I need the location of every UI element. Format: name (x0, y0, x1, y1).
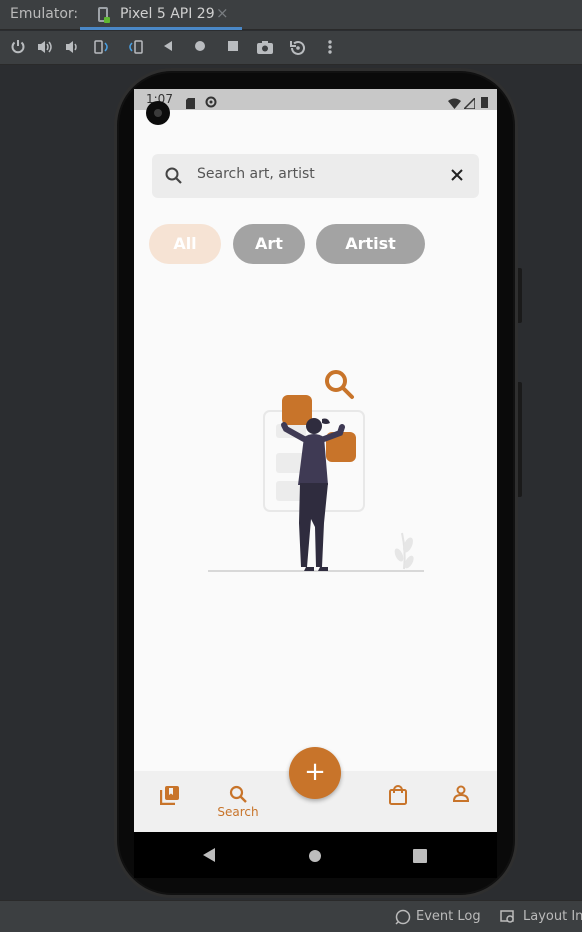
emulator-toolbar (0, 31, 582, 65)
camera-screenshot-icon[interactable] (256, 39, 274, 57)
shopping-bag-icon (389, 785, 407, 809)
power-icon[interactable] (9, 39, 27, 57)
clear-search-icon[interactable] (449, 167, 465, 187)
device-icon (98, 7, 110, 23)
back-icon[interactable] (159, 39, 177, 57)
nav-back-icon[interactable] (202, 847, 216, 867)
device-tab[interactable]: Pixel 5 API 29 × (80, 0, 242, 30)
nav-shop[interactable] (368, 771, 428, 832)
battery-icon (481, 93, 488, 112)
nav-library[interactable] (139, 771, 199, 832)
app-screen: 1:07 Search art, artist All Art Artist S… (134, 89, 497, 832)
volume-up-icon[interactable] (36, 39, 54, 57)
ide-tab-bar: Emulator: Pixel 5 API 29 × (0, 0, 582, 30)
library-icon (159, 785, 180, 809)
event-log-icon (395, 909, 411, 929)
front-camera (146, 101, 170, 125)
layout-inspector-button[interactable]: Layout Ins (523, 909, 582, 924)
volume-down-icon[interactable] (64, 39, 82, 57)
overview-icon[interactable] (224, 39, 242, 57)
rotate-right-icon[interactable] (126, 39, 144, 57)
more-icon[interactable] (321, 39, 339, 57)
chip-art[interactable]: Art (233, 224, 305, 264)
power-button[interactable] (518, 382, 522, 497)
signal-icon (462, 94, 476, 113)
wifi-icon (448, 94, 461, 113)
nav-search[interactable]: Search (208, 771, 268, 832)
search-illustration (194, 359, 434, 583)
rotate-left-icon[interactable] (93, 39, 111, 57)
magnifier-icon (325, 370, 354, 399)
search-input[interactable]: Search art, artist (197, 166, 315, 182)
nav-search-label: Search (217, 805, 259, 819)
snapshot-icon[interactable] (289, 39, 307, 57)
event-log-button[interactable]: Event Log (416, 909, 481, 924)
search-bar[interactable]: Search art, artist (152, 154, 479, 198)
ide-status-bar: Event Log Layout Ins (0, 900, 582, 932)
volume-button[interactable] (518, 268, 522, 323)
home-icon[interactable] (191, 39, 209, 57)
nav-profile[interactable] (431, 771, 491, 832)
chip-artist[interactable]: Artist (316, 224, 425, 264)
person-icon (452, 785, 470, 807)
system-navigation-bar (134, 832, 497, 878)
add-fab[interactable]: + (289, 747, 341, 799)
device-status-bar: 1:07 (134, 89, 497, 110)
search-icon (164, 166, 184, 190)
sd-card-icon (186, 94, 195, 113)
device-tab-label: Pixel 5 API 29 (120, 6, 215, 22)
data-saver-icon (205, 93, 217, 112)
nav-home-icon[interactable] (308, 848, 322, 867)
layout-inspector-icon (500, 909, 516, 928)
nav-recents-icon[interactable] (413, 848, 427, 867)
emulator-label: Emulator: (10, 6, 79, 22)
close-tab-icon[interactable]: × (216, 4, 229, 22)
chip-all[interactable]: All (149, 224, 221, 264)
